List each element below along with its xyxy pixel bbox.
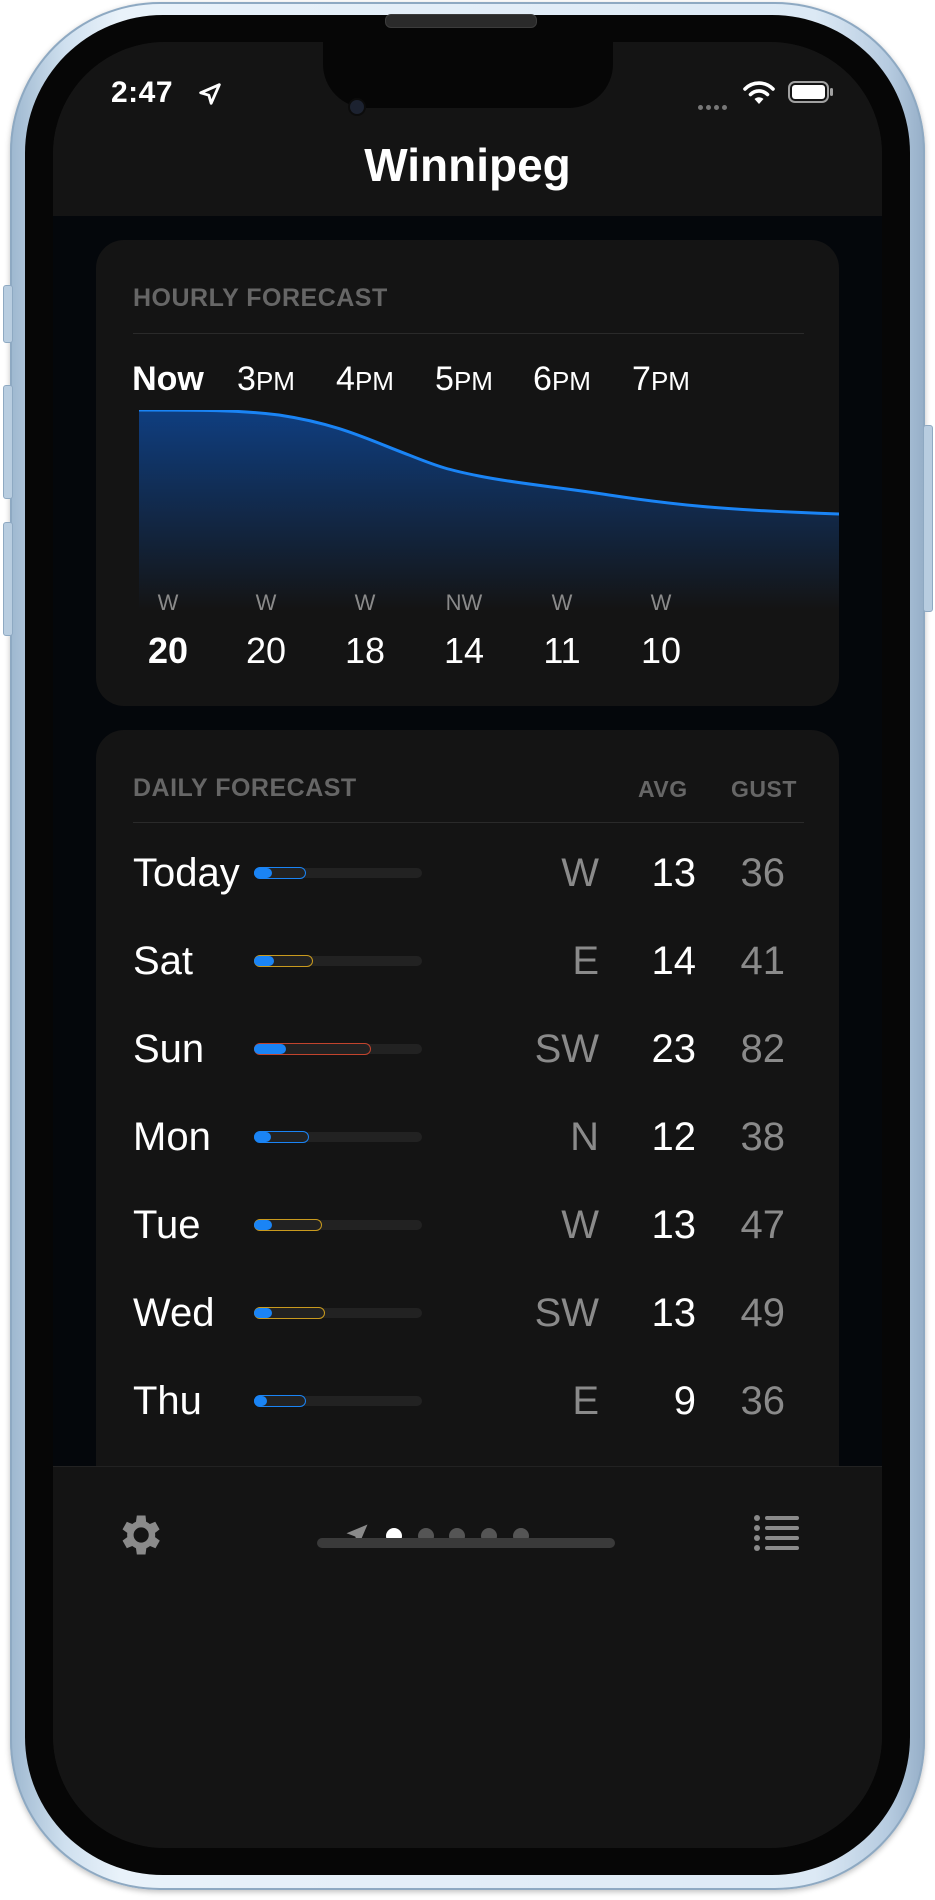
- day-direction: W: [561, 851, 599, 895]
- avg-bar: [254, 868, 272, 878]
- hour-label: 7PM: [632, 360, 690, 398]
- day-name: Mon: [133, 1115, 211, 1159]
- day-avg-speed: 13: [651, 1203, 697, 1247]
- day-name: Sun: [133, 1027, 205, 1071]
- location-services-icon: [199, 83, 221, 105]
- day-avg-speed: 23: [651, 1027, 697, 1071]
- content-area[interactable]: HOURLY FORECAST Now 3PM 4PM 5PM 6PM 7PM: [53, 216, 882, 1490]
- day-direction: SW: [534, 1291, 599, 1335]
- screen: Winnipeg HOURLY FORECAST Now 3PM 4PM 5PM…: [53, 42, 882, 1848]
- daily-row[interactable]: Tue W 13 47: [96, 1195, 839, 1255]
- gust-column-header: GUST: [731, 776, 797, 802]
- avg-bar: [254, 1220, 272, 1230]
- hourly-speed: 10: [640, 630, 682, 671]
- day-name: Sat: [133, 939, 194, 983]
- day-gust-speed: 47: [740, 1203, 786, 1247]
- cellular-signal-icon: [698, 97, 730, 115]
- front-camera: [350, 100, 364, 114]
- day-name: Thu: [133, 1379, 202, 1423]
- avg-column-header: AVG: [638, 776, 688, 802]
- day-direction: SW: [534, 1027, 599, 1071]
- volume-up-button: [3, 385, 13, 499]
- daily-forecast-label: DAILY FORECAST: [133, 774, 357, 802]
- day-gust-speed: 82: [740, 1027, 786, 1071]
- day-avg-speed: 9: [673, 1379, 696, 1423]
- divider: [133, 333, 804, 334]
- day-gust-speed: 36: [740, 851, 786, 895]
- notch: [323, 42, 613, 108]
- hour-labels: Now 3PM 4PM 5PM 6PM 7PM: [96, 360, 839, 400]
- status-time: 2:47: [111, 76, 174, 109]
- day-avg-speed: 13: [651, 1291, 697, 1335]
- hourly-forecast-label: HOURLY FORECAST: [133, 284, 388, 312]
- daily-row[interactable]: Mon N 12 38: [96, 1107, 839, 1167]
- hourly-wind-chart: [139, 410, 839, 610]
- hourly-direction: W: [650, 590, 672, 615]
- daily-row[interactable]: Thu E 9 36: [96, 1371, 839, 1431]
- avg-bar: [254, 1396, 267, 1406]
- home-indicator[interactable]: [317, 1538, 615, 1548]
- volume-down-button: [3, 522, 13, 636]
- day-gust-speed: 38: [740, 1115, 786, 1159]
- avg-bar: [254, 1044, 286, 1054]
- hourly-forecast-card[interactable]: HOURLY FORECAST Now 3PM 4PM 5PM 6PM 7PM: [96, 240, 839, 706]
- battery-icon: [788, 81, 833, 103]
- day-name: Tue: [133, 1203, 201, 1247]
- mute-switch: [3, 285, 13, 343]
- day-name: Today: [133, 851, 240, 895]
- power-button: [923, 425, 933, 612]
- day-gust-speed: 49: [740, 1291, 786, 1335]
- day-direction: E: [572, 1379, 599, 1423]
- day-direction: E: [572, 939, 599, 983]
- day-gust-speed: 41: [740, 939, 786, 983]
- day-direction: W: [561, 1203, 599, 1247]
- daily-row[interactable]: Wed SW 13 49: [96, 1283, 839, 1343]
- daily-row[interactable]: Sun SW 23 82: [96, 1019, 839, 1079]
- divider: [133, 822, 804, 823]
- avg-bar: [254, 1132, 271, 1142]
- day-avg-speed: 12: [651, 1115, 697, 1159]
- earpiece-speaker: [385, 14, 537, 28]
- day-name: Wed: [133, 1291, 215, 1335]
- bottom-toolbar: [53, 1466, 882, 1848]
- day-direction: N: [570, 1115, 599, 1159]
- daily-forecast-card[interactable]: DAILY FORECAST AVG GUST Today W 13 36 Sat E 14…: [96, 730, 839, 1490]
- city-title: Winnipeg: [364, 139, 571, 191]
- day-avg-speed: 13: [651, 851, 697, 895]
- avg-bar: [254, 1308, 272, 1318]
- avg-bar: [254, 956, 274, 966]
- list-icon[interactable]: [753, 1513, 799, 1553]
- day-avg-speed: 14: [651, 939, 697, 983]
- daily-row[interactable]: Today W 13 36: [96, 843, 839, 903]
- wifi-icon: [743, 81, 775, 104]
- gear-icon[interactable]: [113, 1509, 165, 1561]
- day-gust-speed: 36: [740, 1379, 786, 1423]
- daily-row[interactable]: Sat E 14 41: [96, 931, 839, 991]
